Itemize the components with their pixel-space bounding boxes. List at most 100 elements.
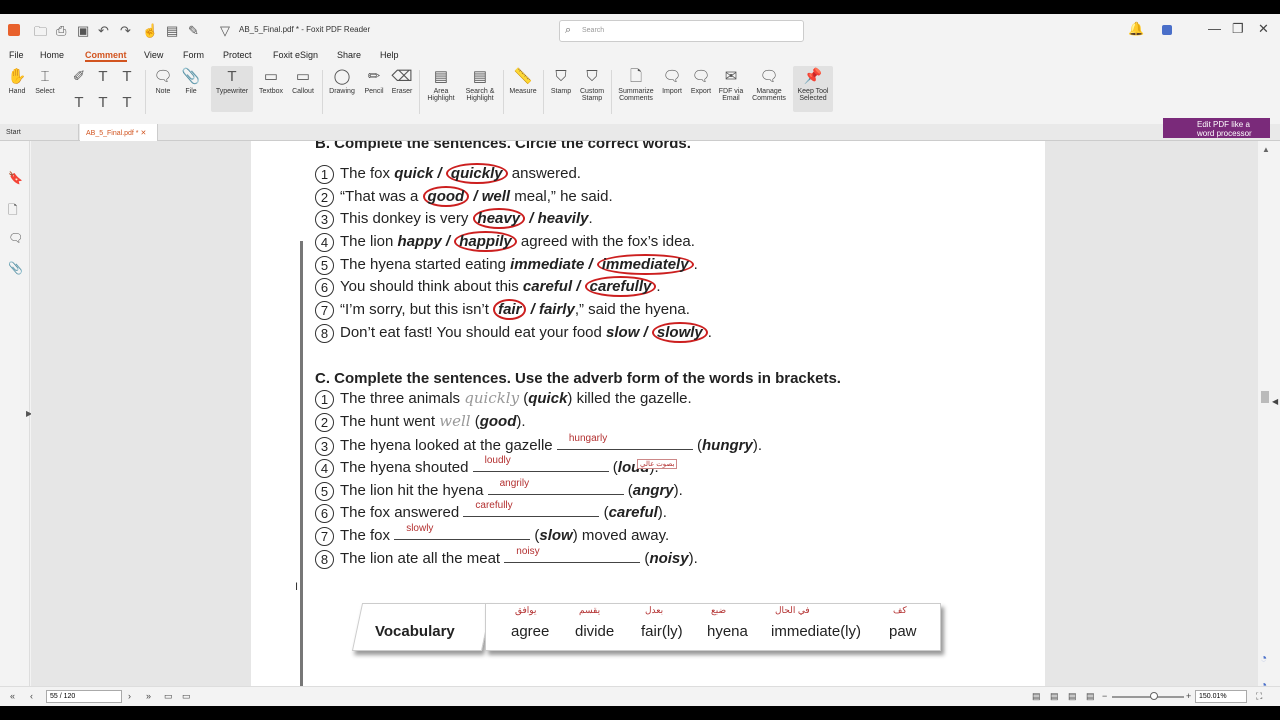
menu-comment[interactable]: Comment [85, 50, 127, 62]
custom-stamp-button[interactable]: ⛉ Custom Stamp [577, 66, 607, 102]
close-tab-icon[interactable]: ✕ [141, 130, 147, 137]
select-button[interactable]: ⌶ Select [32, 66, 58, 95]
undo-icon[interactable]: ↶ [98, 23, 109, 39]
answer-blank[interactable]: noisy [504, 546, 641, 563]
typed-answer[interactable]: noisy [516, 546, 539, 557]
zoom-slider[interactable] [1112, 696, 1184, 698]
highlight-button[interactable]: ✐ [72, 66, 86, 88]
menu-file[interactable]: File [9, 50, 24, 60]
zoom-in-icon[interactable]: + [1186, 691, 1191, 701]
ai-assistant-icon[interactable]: ◔ [1260, 651, 1267, 665]
comments-icon[interactable]: 🗨 [8, 231, 23, 245]
prev-page-icon[interactable]: ‹ [30, 691, 33, 701]
typewriter-icon: T [227, 68, 237, 85]
typed-answer[interactable]: carefully [475, 500, 512, 511]
area-highlight-button[interactable]: ▤ Area Highlight [423, 66, 459, 102]
minimize-icon[interactable]: — [1208, 21, 1221, 36]
open-icon[interactable]: 🗀 [34, 23, 47, 45]
export-button[interactable]: 🗨 Export [688, 66, 714, 95]
promo-banner[interactable]: Edit PDF like a word processor [1163, 118, 1270, 138]
continuous-icon[interactable]: ▭ [182, 691, 191, 702]
underline-button[interactable]: T [72, 92, 86, 114]
typed-answer[interactable]: hungarly [569, 433, 607, 444]
stamp-button[interactable]: ⛉ Stamp [547, 66, 575, 95]
search-highlight-button[interactable]: ▤ Search & Highlight [461, 66, 499, 102]
eraser-button[interactable]: ⌫ Eraser [390, 66, 414, 95]
menu-help[interactable]: Help [380, 50, 399, 60]
save-icon[interactable]: ▣ [77, 23, 89, 39]
promo-text: Edit PDF like a word processor [1197, 120, 1252, 138]
measure-button[interactable]: 📏 Measure [507, 66, 539, 95]
drawing-button[interactable]: ◯ Drawing [326, 66, 358, 95]
redo-icon[interactable]: ↷ [120, 23, 131, 39]
scroll-up-icon[interactable]: ▲ [1262, 145, 1270, 154]
menu-form[interactable]: Form [183, 50, 204, 60]
menu-protect[interactable]: Protect [223, 50, 252, 60]
view-mode-icon[interactable]: ▤ [1086, 691, 1095, 702]
sentence-text: killed the gazelle. [572, 390, 692, 407]
scrollbar-thumb[interactable] [1261, 391, 1269, 403]
eraser-icon: ⌫ [391, 68, 413, 85]
answer-blank[interactable]: angrily [487, 478, 624, 495]
sentence-text: The fox answered [340, 504, 464, 521]
hand-button[interactable]: ✋ Hand [6, 66, 28, 95]
callout-button[interactable]: ▭ Callout [288, 66, 318, 95]
first-page-icon[interactable]: « [10, 691, 15, 701]
page-number-input[interactable]: 55 / 120 [46, 690, 122, 703]
typed-answer[interactable]: angrily [500, 478, 529, 489]
last-page-icon[interactable]: » [146, 691, 151, 701]
textbox-button[interactable]: ▭ Textbox [256, 66, 286, 95]
typed-answer[interactable]: loudly [485, 455, 511, 466]
answer-blank[interactable]: hungarly [556, 433, 693, 450]
menu-share[interactable]: Share [337, 50, 361, 60]
view-mode-icon[interactable]: ▤ [1068, 691, 1077, 702]
menu-esign[interactable]: Foxit eSign [273, 50, 318, 60]
tab-start[interactable]: Start [0, 124, 79, 141]
pages-icon[interactable]: 🗋 [8, 201, 18, 222]
form-icon[interactable]: ▤ [166, 23, 178, 39]
account-avatar[interactable] [1162, 25, 1172, 35]
collapse-right-icon[interactable]: ◀ [1272, 397, 1278, 406]
squiggly-button[interactable]: T [120, 92, 134, 114]
customize-icon[interactable]: ▽ [220, 23, 230, 39]
typed-answer[interactable]: slowly [406, 523, 433, 534]
note-button[interactable]: 🗨 Note [151, 66, 175, 95]
item-number: 6 [315, 277, 334, 297]
hand-tool-icon[interactable]: ☝ [142, 23, 158, 39]
file-button[interactable]: 📎 File [180, 66, 202, 95]
search-input[interactable]: ⌕ Search [559, 20, 804, 42]
fdf-email-button[interactable]: ✉ FDF via Email [716, 66, 746, 102]
single-page-icon[interactable]: ▭ [164, 691, 173, 702]
replace-text-button[interactable]: T [96, 66, 110, 88]
answer-blank[interactable]: loudly [472, 455, 609, 472]
fullscreen-icon[interactable]: ⛶ [1256, 691, 1262, 702]
import-button[interactable]: 🗨 Import [659, 66, 685, 95]
keep-tool-button[interactable]: 📌 Keep Tool Selected [793, 66, 833, 112]
zoom-out-icon[interactable]: − [1102, 691, 1107, 701]
zoom-slider-handle[interactable] [1150, 692, 1158, 700]
attachment-icon[interactable]: 📎 [8, 261, 23, 275]
view-mode-icon[interactable]: ▤ [1050, 691, 1059, 702]
tab-document[interactable]: AB_5_Final.pdf * ✕ [80, 124, 158, 141]
insert-text-button[interactable]: T [120, 66, 134, 88]
next-page-icon[interactable]: › [128, 691, 131, 701]
pen-icon[interactable]: ✎ [188, 23, 199, 39]
handwritten-answer: quickly [464, 389, 520, 407]
zoom-level-input[interactable]: 150.01% [1195, 690, 1247, 703]
menu-view[interactable]: View [144, 50, 163, 60]
answer-blank[interactable]: carefully [463, 500, 600, 517]
answer-blank[interactable]: slowly [394, 523, 531, 540]
menu-home[interactable]: Home [40, 50, 64, 60]
manage-comments-button[interactable]: 🗨 Manage Comments [748, 66, 790, 102]
restore-icon[interactable]: ❐ [1232, 21, 1244, 37]
bell-icon[interactable]: 🔔 [1128, 21, 1144, 37]
strikeout-button[interactable]: T [96, 92, 110, 114]
typewriter-button[interactable]: T Typewriter [211, 66, 253, 112]
print-icon[interactable]: ⎙ [56, 23, 66, 39]
close-icon[interactable]: ✕ [1258, 21, 1269, 37]
pencil-button[interactable]: ✏ Pencil [362, 66, 386, 95]
bookmark-icon[interactable]: 🔖 [8, 171, 23, 185]
summarize-button[interactable]: 🗋 Summarize Comments [615, 66, 657, 102]
arabic-note[interactable]: بصوت عالي [637, 459, 678, 469]
view-mode-icon[interactable]: ▤ [1032, 691, 1041, 702]
